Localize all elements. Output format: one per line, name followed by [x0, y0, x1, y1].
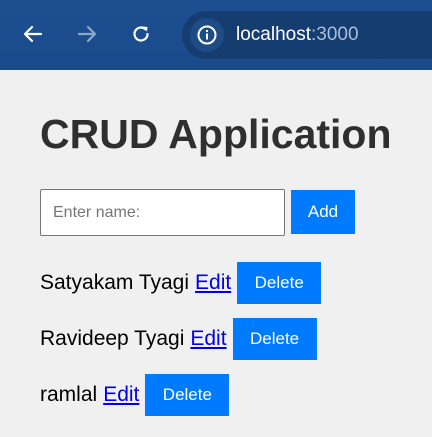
name-input[interactable] — [40, 189, 285, 236]
back-button[interactable] — [16, 17, 50, 51]
page-title: CRUD Application — [40, 111, 392, 157]
list-item: Ravideep Tyagi Edit Delete — [40, 318, 317, 360]
delete-button[interactable]: Delete — [145, 374, 230, 416]
add-button[interactable]: Add — [291, 190, 355, 234]
url-port: :3000 — [311, 24, 359, 45]
arrow-right-icon — [77, 25, 97, 43]
edit-link[interactable]: Edit — [190, 327, 226, 351]
info-icon — [197, 25, 217, 45]
browser-toolbar: localhost:3000 — [0, 0, 432, 70]
reload-icon — [133, 26, 149, 42]
item-name: Ravideep Tyagi — [40, 327, 185, 350]
delete-button[interactable]: Delete — [237, 262, 322, 304]
url-host: localhost — [236, 24, 311, 45]
item-name: Satyakam Tyagi — [40, 271, 190, 294]
forward-button[interactable] — [70, 17, 104, 51]
edit-link[interactable]: Edit — [195, 271, 231, 295]
url-text: localhost:3000 — [236, 24, 359, 46]
address-bar[interactable]: localhost:3000 — [182, 11, 432, 59]
reload-button[interactable] — [124, 17, 158, 51]
item-name: ramlal — [40, 383, 98, 406]
site-info-button[interactable] — [190, 18, 224, 52]
delete-button[interactable]: Delete — [232, 318, 317, 360]
list-item: ramlal Edit Delete — [40, 374, 230, 416]
arrow-left-icon — [23, 25, 43, 43]
list-item: Satyakam Tyagi Edit Delete — [40, 262, 322, 304]
edit-link[interactable]: Edit — [103, 383, 139, 407]
